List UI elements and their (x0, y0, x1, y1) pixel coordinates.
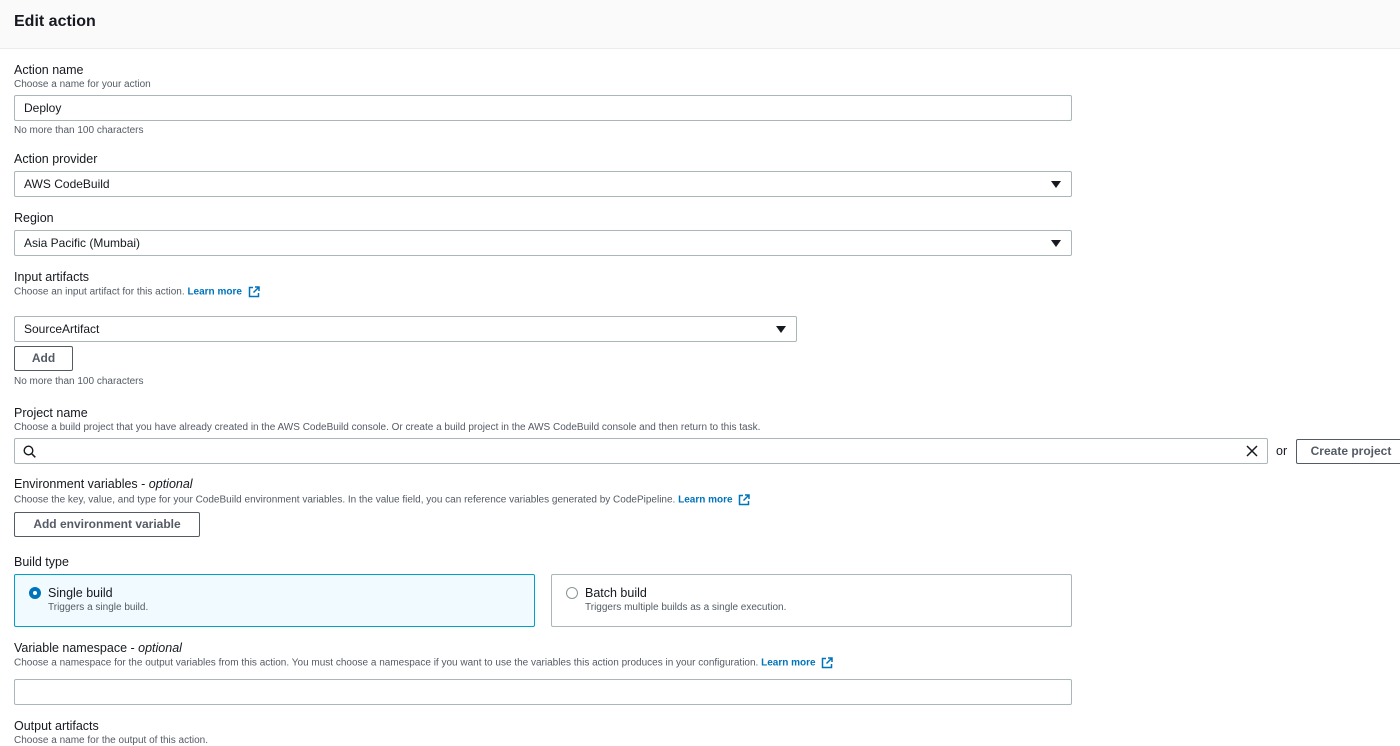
variable-namespace-learn-more-link[interactable]: Learn more (761, 658, 815, 669)
input-artifacts-constraint: No more than 100 characters (14, 376, 144, 387)
or-text: or (1276, 444, 1288, 458)
input-artifacts-description: Choose an input artifact for this action… (14, 286, 260, 298)
batch-build-title: Batch build (585, 586, 647, 600)
single-build-title: Single build (48, 586, 113, 600)
action-name-constraint: No more than 100 characters (14, 125, 144, 136)
build-type-label: Build type (14, 555, 69, 569)
env-vars-description: Choose the key, value, and type for your… (14, 494, 751, 506)
variable-namespace-description-text: Choose a namespace for the output variab… (14, 657, 759, 669)
input-artifacts-label: Input artifacts (14, 270, 90, 284)
project-search-field[interactable] (14, 438, 1268, 464)
variable-namespace-optional: optional (138, 641, 182, 655)
input-artifacts-description-text: Choose an input artifact for this action… (14, 286, 185, 298)
action-name-description: Choose a name for your action (14, 79, 151, 90)
caret-down-icon (776, 326, 786, 333)
single-build-radio[interactable] (29, 587, 41, 599)
search-icon (23, 445, 36, 458)
external-link-icon[interactable] (738, 494, 751, 506)
batch-build-radio[interactable] (566, 587, 578, 599)
clear-icon[interactable] (1246, 445, 1258, 457)
action-provider-select[interactable]: AWS CodeBuild (14, 171, 1072, 197)
add-input-artifact-button[interactable]: Add (14, 346, 73, 371)
variable-namespace-description: Choose a namespace for the output variab… (14, 657, 834, 669)
env-vars-description-text: Choose the key, value, and type for your… (14, 494, 676, 506)
action-provider-value: AWS CodeBuild (24, 177, 110, 191)
caret-down-icon (1051, 181, 1061, 188)
env-vars-label-text: Environment variables - (14, 477, 146, 491)
action-name-input[interactable]: Deploy (14, 95, 1072, 121)
region-select[interactable]: Asia Pacific (Mumbai) (14, 230, 1072, 256)
single-build-option[interactable]: Single build Triggers a single build. (14, 574, 535, 627)
action-provider-label: Action provider (14, 152, 98, 166)
add-environment-variable-button[interactable]: Add environment variable (14, 512, 200, 537)
external-link-icon[interactable] (821, 657, 834, 669)
page-title: Edit action (14, 13, 96, 30)
page-header: Edit action (0, 0, 1400, 49)
create-project-button[interactable]: Create project (1296, 439, 1400, 464)
region-value: Asia Pacific (Mumbai) (24, 236, 141, 250)
single-build-description: Triggers a single build. (48, 602, 149, 613)
project-name-label: Project name (14, 406, 88, 420)
env-vars-optional: optional (148, 477, 193, 491)
caret-down-icon (1051, 240, 1061, 247)
output-artifacts-description: Choose a name for the output of this act… (14, 735, 209, 746)
env-vars-learn-more-link[interactable]: Learn more (678, 495, 732, 506)
action-name-label: Action name (14, 63, 84, 77)
batch-build-option[interactable]: Batch build Triggers multiple builds as … (551, 574, 1072, 627)
variable-namespace-label: Variable namespace - optional (14, 641, 182, 655)
variable-namespace-label-text: Variable namespace - (14, 641, 135, 655)
input-artifact-select[interactable]: SourceArtifact (14, 316, 797, 342)
external-link-icon[interactable] (248, 286, 260, 298)
region-label: Region (14, 211, 54, 225)
batch-build-description: Triggers multiple builds as a single exe… (585, 602, 787, 613)
project-name-description: Choose a build project that you have alr… (14, 422, 761, 433)
input-artifacts-learn-more-link[interactable]: Learn more (187, 287, 241, 298)
output-artifacts-label: Output artifacts (14, 719, 99, 733)
env-vars-label: Environment variables - optional (14, 477, 193, 491)
variable-namespace-input[interactable] (14, 679, 1072, 705)
input-artifact-value: SourceArtifact (24, 322, 100, 336)
